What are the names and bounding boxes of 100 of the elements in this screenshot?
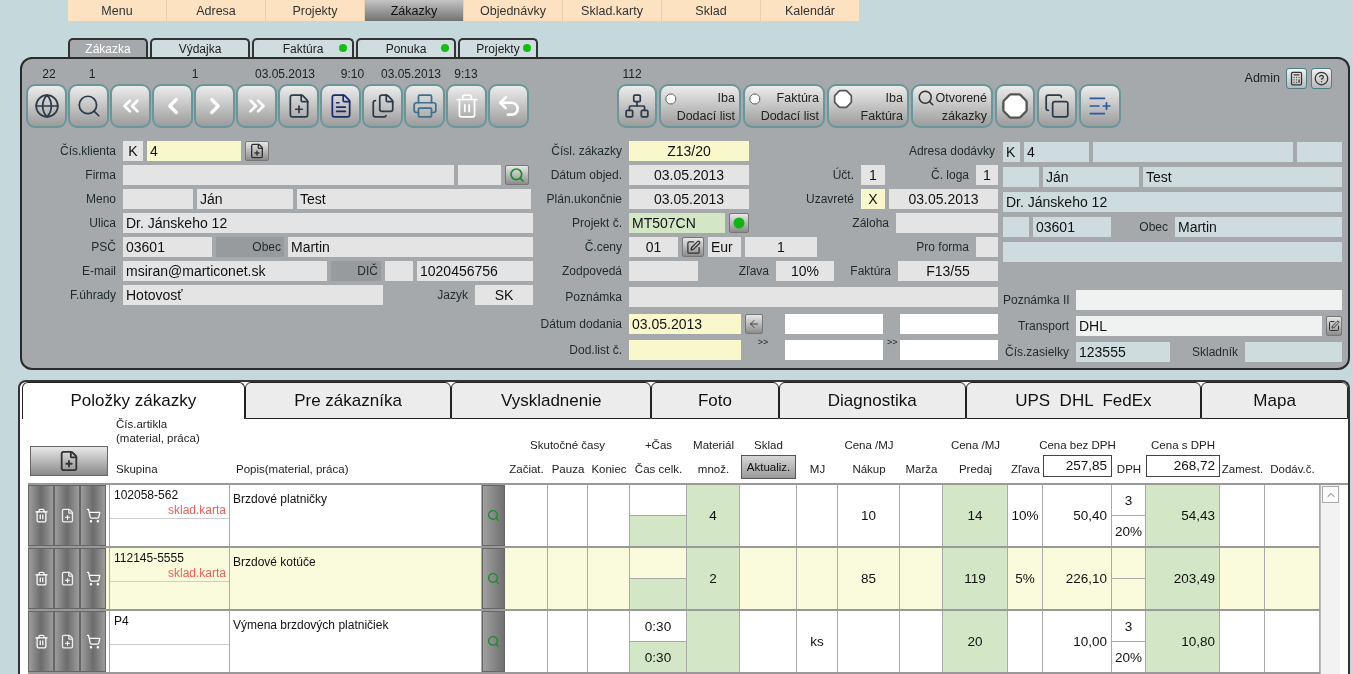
filter-button[interactable]: Faktúra Dodací list [743, 84, 825, 128]
tab[interactable]: Mapa [1201, 382, 1348, 419]
tab[interactable]: Pre zákazníka [244, 382, 452, 419]
input-field[interactable] [385, 261, 413, 281]
input-field[interactable] [1003, 166, 1039, 187]
first-name-field[interactable]: Ján [197, 189, 293, 209]
input-field[interactable] [1093, 141, 1293, 162]
print-button[interactable] [404, 84, 445, 128]
deposit-field[interactable] [896, 213, 998, 233]
copy-row-button[interactable] [54, 485, 80, 546]
project-button[interactable] [729, 213, 749, 233]
delete-row-button[interactable] [28, 548, 54, 609]
invoice-field[interactable]: F13/55 [898, 261, 998, 281]
export-button[interactable] [1079, 84, 1121, 128]
zip-field[interactable]: 03601 [123, 237, 212, 257]
previous-button[interactable] [152, 84, 193, 128]
input-field[interactable] [900, 340, 998, 360]
menu-tab[interactable]: Sklad.karty [563, 0, 662, 21]
responsible-field[interactable] [629, 261, 698, 281]
document-tab[interactable]: Projekty [458, 38, 538, 57]
input-field[interactable] [900, 314, 998, 334]
help-button[interactable] [1311, 67, 1332, 89]
email-field[interactable]: msiran@marticonet.sk [123, 261, 327, 281]
update-button[interactable]: Aktualiz. [741, 455, 796, 479]
delivery-note-field[interactable] [629, 340, 741, 360]
undo-button[interactable] [488, 84, 529, 128]
scroll-up-button[interactable] [1322, 486, 1339, 503]
payment-field[interactable]: Hotovosť [123, 285, 383, 305]
add-document-button[interactable] [278, 84, 319, 128]
last-name-field[interactable]: Test [1143, 166, 1342, 187]
prefix-field[interactable]: K [1003, 141, 1020, 162]
copy-row-button[interactable] [54, 611, 80, 672]
zip-field[interactable]: 03601 [1033, 216, 1111, 237]
project-field[interactable]: MT507CN [629, 213, 725, 233]
date-field[interactable]: 03.05.2013 [629, 165, 749, 185]
language-field[interactable]: SK [475, 285, 533, 305]
city-field[interactable]: Martin [1175, 216, 1342, 237]
input-field[interactable] [458, 165, 501, 185]
price-list-field[interactable]: 01 [629, 237, 678, 257]
filter-button[interactable]: Otvorené zákazky [911, 84, 993, 128]
proforma-field[interactable] [976, 237, 998, 257]
logo-field[interactable]: 1 [976, 165, 998, 185]
document-tab[interactable]: Faktúra [252, 38, 354, 57]
delete-row-button[interactable] [28, 611, 54, 672]
menu-tab[interactable]: Zákazky [365, 0, 464, 21]
date-field[interactable]: 03.05.2013 [629, 189, 749, 209]
add-client-button[interactable] [245, 141, 269, 161]
client-number-field[interactable]: 4 [147, 141, 241, 161]
calculator-button[interactable] [1286, 67, 1307, 89]
add-item-button[interactable] [30, 446, 108, 476]
delete-row-button[interactable] [28, 485, 54, 546]
edit-button[interactable] [682, 237, 704, 257]
filter-button[interactable]: Iba Dodací list [659, 84, 741, 128]
rate-field[interactable]: 1 [745, 237, 817, 257]
copy-row-button[interactable] [54, 548, 80, 609]
company-field[interactable] [123, 165, 454, 185]
storekeeper-field[interactable] [1245, 342, 1342, 362]
transport-field[interactable]: DHL [1076, 316, 1322, 336]
tab[interactable]: Položky zákazky [22, 382, 245, 419]
delete-button[interactable] [446, 84, 487, 128]
discount-field[interactable]: 10% [776, 261, 834, 281]
cart-button[interactable] [80, 485, 106, 546]
document-tab[interactable]: Výdajka [150, 38, 250, 57]
order-number-field[interactable]: Z13/20 [629, 141, 749, 161]
last-name-field[interactable]: Test [297, 189, 531, 209]
title-field[interactable] [123, 189, 193, 209]
cart-button[interactable] [80, 548, 106, 609]
input-field[interactable] [1003, 241, 1342, 262]
document-button[interactable] [320, 84, 361, 128]
menu-tab[interactable]: Kalendár [761, 0, 860, 21]
next-button[interactable] [194, 84, 235, 128]
input-field[interactable] [1297, 141, 1342, 162]
street-field[interactable]: Dr. Jánskeho 12 [1003, 191, 1342, 212]
tab[interactable]: UPS DHL FedEx [965, 382, 1202, 419]
currency-field[interactable]: Eur [708, 237, 741, 257]
street-field[interactable]: Dr. Jánskeho 12 [123, 213, 533, 233]
stop-button[interactable] [995, 84, 1035, 128]
tab[interactable]: Vyskladnenie [451, 382, 652, 419]
input-field[interactable] [785, 314, 883, 334]
document-tab[interactable]: Ponuka [356, 38, 456, 57]
copy-document-button[interactable] [362, 84, 403, 128]
net-total-field[interactable]: 257,85 [1043, 455, 1112, 477]
menu-tab[interactable]: Sklad [662, 0, 761, 21]
menu-tab[interactable]: Projekty [266, 0, 365, 21]
input-field[interactable] [1003, 216, 1029, 237]
tab[interactable]: Diagnostika [778, 382, 966, 419]
input-field[interactable] [785, 340, 883, 360]
account-field[interactable]: 1 [861, 165, 885, 185]
menu-tab[interactable]: Objednávky [464, 0, 563, 21]
gross-total-field[interactable]: 268,72 [1146, 455, 1220, 477]
city-field[interactable]: Martin [288, 237, 533, 257]
number-field[interactable]: 4 [1024, 141, 1089, 162]
menu-tab[interactable]: Adresa [167, 0, 266, 21]
note-field[interactable] [1076, 290, 1342, 310]
tracking-field[interactable]: 123555 [1076, 342, 1170, 362]
back-button[interactable] [745, 314, 763, 334]
tax-id-field[interactable]: 1020456756 [417, 261, 533, 281]
tab[interactable]: Foto [651, 382, 779, 419]
client-prefix-field[interactable]: K [123, 141, 143, 161]
filter-button[interactable]: Iba Faktúra [827, 84, 909, 128]
